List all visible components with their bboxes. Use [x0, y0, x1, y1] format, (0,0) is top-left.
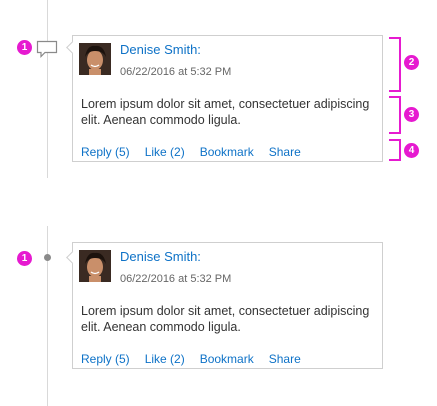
- avatar[interactable]: [79, 250, 111, 282]
- bookmark-link[interactable]: Bookmark: [200, 145, 254, 159]
- comment-timestamp: 06/22/2016 at 5:32 PM: [120, 273, 232, 285]
- callout-marker-3: 3: [404, 107, 419, 122]
- bracket-body: [389, 96, 401, 134]
- comment-timestamp: 06/22/2016 at 5:32 PM: [120, 66, 232, 78]
- card-pointer: [66, 251, 79, 264]
- author-name[interactable]: Denise Smith:: [120, 42, 201, 57]
- bookmark-link[interactable]: Bookmark: [200, 352, 254, 366]
- card-pointer: [66, 41, 79, 54]
- comment-actions: Reply (5) Like (2) Bookmark Share: [81, 145, 301, 159]
- avatar[interactable]: [79, 43, 111, 75]
- like-link[interactable]: Like (2): [145, 352, 185, 366]
- bracket-header: [389, 37, 401, 92]
- reply-link[interactable]: Reply (5): [81, 352, 130, 366]
- share-link[interactable]: Share: [269, 145, 301, 159]
- like-link[interactable]: Like (2): [145, 145, 185, 159]
- comment-card: Denise Smith: 06/22/2016 at 5:32 PM Lore…: [66, 242, 383, 369]
- timeline-dot-icon: [44, 254, 51, 261]
- callout-marker-1-bottom: 1: [17, 251, 32, 266]
- comment-card: Denise Smith: 06/22/2016 at 5:32 PM Lore…: [66, 35, 383, 162]
- share-link[interactable]: Share: [269, 352, 301, 366]
- comment-body: Lorem ipsum dolor sit amet, consectetuer…: [81, 97, 370, 127]
- callout-marker-2: 2: [404, 55, 419, 70]
- callout-marker-4: 4: [404, 143, 419, 158]
- comment-body: Lorem ipsum dolor sit amet, consectetuer…: [81, 304, 370, 334]
- reply-link[interactable]: Reply (5): [81, 145, 130, 159]
- bracket-actions: [389, 139, 401, 161]
- timeline-line-bottom: [47, 226, 48, 406]
- timeline-line-top: [47, 0, 48, 178]
- callout-marker-1: 1: [17, 40, 32, 55]
- author-name[interactable]: Denise Smith:: [120, 249, 201, 264]
- comment-actions: Reply (5) Like (2) Bookmark Share: [81, 352, 301, 366]
- comment-icon: [36, 40, 58, 58]
